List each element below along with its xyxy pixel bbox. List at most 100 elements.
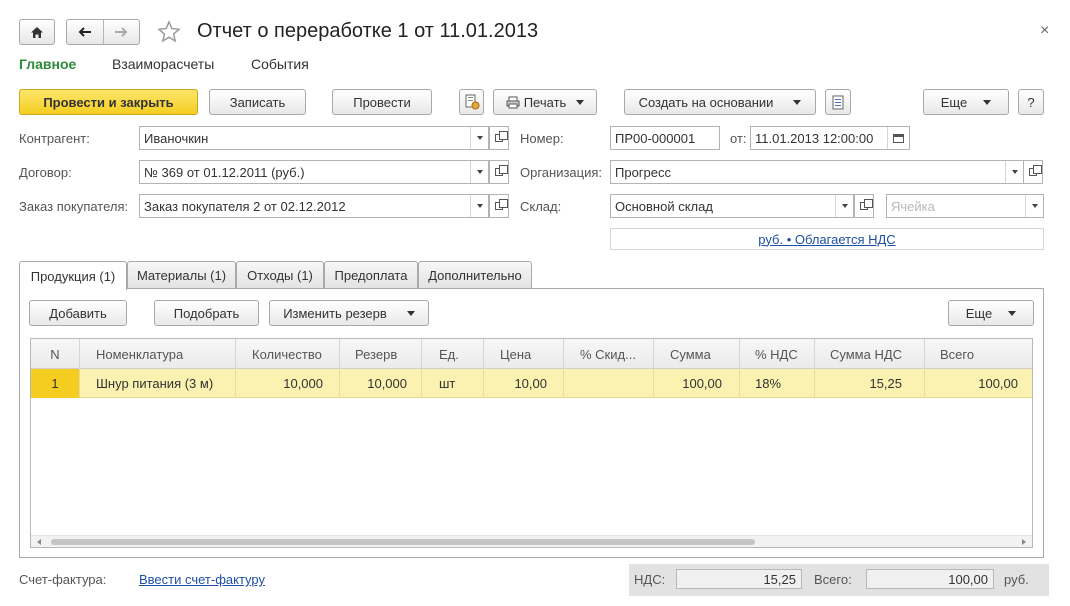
- customer-order-label: Заказ покупателя:: [19, 199, 129, 214]
- vat-total-value: 15,25: [676, 569, 802, 589]
- add-row-button[interactable]: Добавить: [29, 300, 127, 326]
- change-reserve-button[interactable]: Изменить резерв: [269, 300, 429, 326]
- number-label: Номер:: [520, 131, 564, 146]
- grand-total-value: 100,00: [866, 569, 994, 589]
- organization-field[interactable]: Прогресс: [610, 160, 1024, 184]
- tab-additional[interactable]: Дополнительно: [418, 261, 532, 289]
- price-vat-link[interactable]: руб. • Облагается НДС: [758, 232, 895, 247]
- post-button[interactable]: Провести: [332, 89, 432, 115]
- section-settlements[interactable]: Взаиморасчеты: [112, 56, 214, 72]
- table-row[interactable]: 1 Шнур питания (3 м) 10,000 10,000 шт 10…: [31, 369, 1032, 398]
- chevron-down-icon: [1008, 310, 1017, 316]
- post-and-close-button[interactable]: Провести и закрыть: [19, 89, 198, 115]
- number-value: ПР00-000001: [615, 130, 696, 146]
- back-button[interactable]: [67, 20, 103, 44]
- open-icon: [860, 199, 873, 210]
- column-header-quantity[interactable]: Количество: [236, 339, 340, 369]
- horizontal-scrollbar[interactable]: [31, 535, 1032, 547]
- column-header-discount[interactable]: % Скид...: [564, 339, 654, 369]
- save-button[interactable]: Записать: [209, 89, 306, 115]
- create-based-on-button[interactable]: Создать на основании: [624, 89, 816, 115]
- cell-placeholder: Ячейка: [891, 198, 935, 214]
- chevron-down-icon: [841, 204, 848, 208]
- open-organization-button[interactable]: [1023, 160, 1043, 184]
- section-events[interactable]: События: [251, 56, 309, 72]
- print-label: Печать: [523, 94, 567, 110]
- cell-nomenclature: Шнур питания (3 м): [80, 369, 236, 398]
- document-structure-icon: [465, 94, 479, 110]
- products-table[interactable]: N Номенклатура Количество Резерв Ед. Цен…: [30, 338, 1033, 548]
- price-vat-box: руб. • Облагается НДС: [610, 228, 1044, 250]
- column-header-reserve[interactable]: Резерв: [340, 339, 422, 369]
- cell-vat-amount: 15,25: [815, 369, 925, 398]
- create-based-on-label: Создать на основании: [638, 94, 774, 110]
- dropdown-button[interactable]: [1005, 161, 1023, 183]
- column-header-total[interactable]: Всего: [925, 339, 1032, 369]
- contract-field[interactable]: № 369 от 01.12.2011 (руб.): [139, 160, 489, 184]
- column-header-amount[interactable]: Сумма: [654, 339, 740, 369]
- dropdown-button[interactable]: [470, 127, 488, 149]
- dropdown-button[interactable]: [1025, 195, 1043, 217]
- open-contract-button[interactable]: [489, 160, 509, 184]
- enter-invoice-link[interactable]: Ввести счет-фактуру: [139, 572, 265, 587]
- star-favorite-icon[interactable]: [157, 20, 181, 44]
- scroll-left-icon[interactable]: [37, 539, 41, 545]
- counterparty-field[interactable]: Иваночкин: [139, 126, 489, 150]
- print-button[interactable]: Печать: [493, 89, 597, 115]
- dropdown-button[interactable]: [470, 195, 488, 217]
- scrollbar-thumb[interactable]: [51, 539, 755, 545]
- chevron-down-icon: [576, 99, 585, 105]
- cell-reserve: 10,000: [340, 369, 422, 398]
- chevron-down-icon: [1031, 204, 1038, 208]
- warehouse-field[interactable]: Основной склад: [610, 194, 854, 218]
- customer-order-value: Заказ покупателя 2 от 02.12.2012: [144, 198, 346, 214]
- counterparty-label: Контрагент:: [19, 131, 90, 146]
- tab-waste[interactable]: Отходы (1): [236, 261, 324, 289]
- column-header-n[interactable]: N: [31, 339, 80, 369]
- grand-total-label: Всего:: [814, 572, 852, 587]
- more-actions-button[interactable]: Еще: [923, 89, 1009, 115]
- date-label: от:: [730, 131, 747, 146]
- dropdown-button[interactable]: [835, 195, 853, 217]
- home-icon: [31, 26, 43, 38]
- forward-button[interactable]: [102, 20, 140, 44]
- close-icon[interactable]: ×: [1040, 22, 1049, 40]
- report-button[interactable]: [825, 89, 851, 115]
- column-header-vat-rate[interactable]: % НДС: [740, 339, 815, 369]
- column-header-price[interactable]: Цена: [484, 339, 564, 369]
- customer-order-field[interactable]: Заказ покупателя 2 от 02.12.2012: [139, 194, 489, 218]
- chevron-down-icon: [793, 99, 802, 105]
- table-more-button[interactable]: Еще: [948, 300, 1034, 326]
- pick-items-button[interactable]: Подобрать: [154, 300, 259, 326]
- calendar-button[interactable]: [887, 127, 909, 149]
- vat-total-label: НДС:: [634, 572, 666, 587]
- warehouse-value: Основной склад: [615, 198, 713, 214]
- help-button[interactable]: ?: [1018, 89, 1044, 115]
- currency-label: руб.: [1004, 572, 1029, 587]
- scroll-right-icon[interactable]: [1022, 539, 1026, 545]
- open-order-button[interactable]: [489, 194, 509, 218]
- column-header-nomenclature[interactable]: Номенклатура: [80, 339, 236, 369]
- history-nav: [66, 19, 140, 45]
- open-counterparty-button[interactable]: [489, 126, 509, 150]
- date-field[interactable]: 11.01.2013 12:00:00: [750, 126, 910, 150]
- cell-field[interactable]: Ячейка: [886, 194, 1044, 218]
- tab-products[interactable]: Продукция (1): [19, 261, 127, 290]
- section-main[interactable]: Главное: [19, 56, 76, 72]
- arrow-left-icon: [78, 27, 91, 37]
- column-header-unit[interactable]: Ед.: [422, 339, 484, 369]
- cell-price: 10,00: [484, 369, 564, 398]
- documents-button[interactable]: [459, 89, 484, 115]
- column-header-vat-amount[interactable]: Сумма НДС: [815, 339, 925, 369]
- number-field[interactable]: ПР00-000001: [610, 126, 720, 150]
- home-button[interactable]: [19, 19, 55, 45]
- contract-value: № 369 от 01.12.2011 (руб.): [144, 164, 305, 180]
- report-icon: [832, 95, 844, 109]
- window-title: Отчет о переработке 1 от 11.01.2013: [197, 20, 539, 42]
- cell-amount: 100,00: [654, 369, 740, 398]
- open-warehouse-button[interactable]: [854, 194, 874, 218]
- dropdown-button[interactable]: [470, 161, 488, 183]
- tab-prepayment[interactable]: Предоплата: [324, 261, 418, 289]
- calendar-icon: [893, 133, 904, 143]
- tab-materials[interactable]: Материалы (1): [127, 261, 236, 289]
